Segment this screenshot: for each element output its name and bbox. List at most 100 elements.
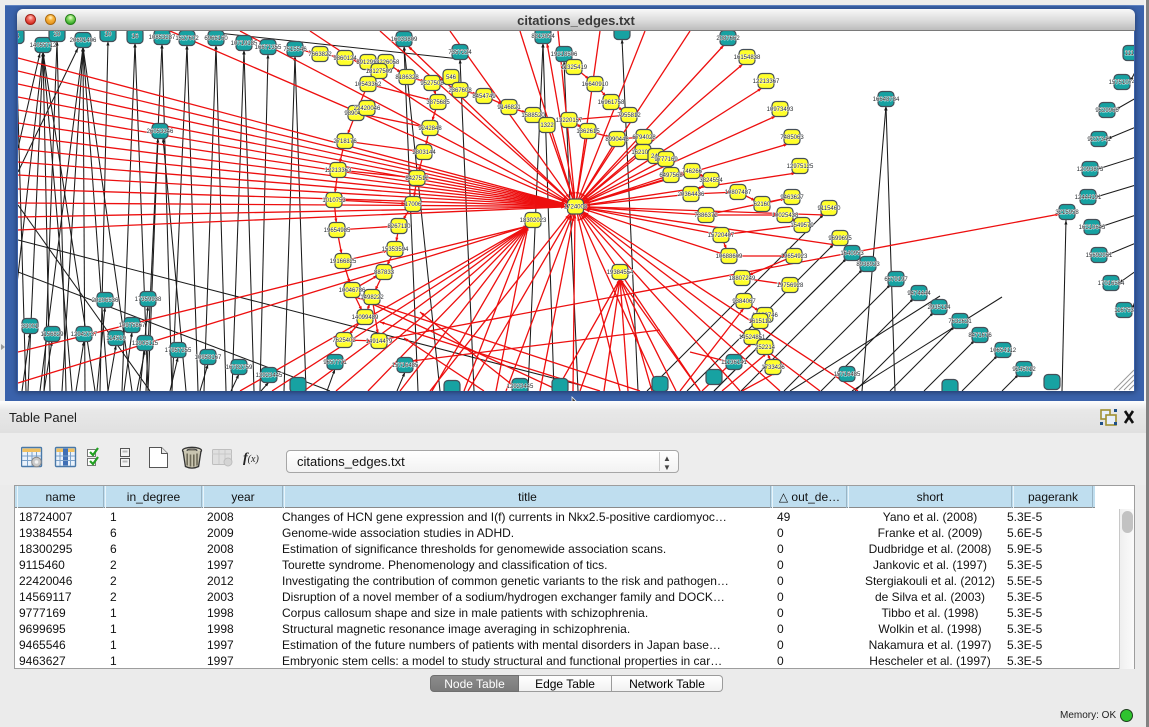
svg-text:16033809: 16033809 <box>391 37 418 43</box>
svg-text:12923445: 12923445 <box>256 373 283 379</box>
svg-text:15353594: 15353594 <box>382 247 409 253</box>
svg-text:12213363: 12213363 <box>325 168 352 174</box>
svg-text:8267110: 8267110 <box>388 224 412 230</box>
svg-text:8454749: 8454749 <box>472 94 496 100</box>
svg-text:11136141: 11136141 <box>721 360 747 366</box>
svg-text:6966160: 6966160 <box>204 36 228 42</box>
svg-text:15716485: 15716485 <box>834 372 861 378</box>
svg-text:18807249: 18807249 <box>729 276 756 282</box>
svg-text:1733426: 1733426 <box>761 365 785 371</box>
svg-text:8938923: 8938923 <box>856 262 880 268</box>
svg-text:546: 546 <box>446 75 457 81</box>
svg-text:12444191: 12444191 <box>1075 195 1102 201</box>
svg-text:20364436: 20364436 <box>678 192 705 198</box>
svg-text:746266: 746266 <box>682 169 703 175</box>
svg-text:8471676: 8471676 <box>968 333 992 339</box>
svg-text:9777169: 9777169 <box>654 157 678 163</box>
svg-text:10958167: 10958167 <box>195 355 222 361</box>
svg-text:15751074: 15751074 <box>1109 80 1134 86</box>
svg-text:10654112: 10654112 <box>990 348 1017 354</box>
svg-text:8427512: 8427512 <box>405 176 429 182</box>
svg-text:15720407: 15720407 <box>708 233 735 239</box>
svg-text:19654923: 19654923 <box>781 254 808 260</box>
svg-text:16671355: 16671355 <box>255 45 282 51</box>
svg-text:6794028: 6794028 <box>632 135 656 141</box>
svg-text:9245012: 9245012 <box>1012 367 1036 373</box>
svg-text:15692951: 15692951 <box>1086 253 1113 259</box>
svg-text:12942737: 12942737 <box>71 332 98 338</box>
svg-text:20206536: 20206536 <box>92 298 119 304</box>
svg-text:62160: 62160 <box>754 202 771 208</box>
svg-text:1112: 1112 <box>1125 51 1134 57</box>
svg-text:17359938: 17359938 <box>135 297 162 303</box>
svg-text:114519: 114519 <box>106 336 126 342</box>
svg-text:13220157: 13220157 <box>556 118 583 124</box>
svg-text:18127509: 18127509 <box>366 69 393 75</box>
svg-text:18302023: 18302023 <box>520 218 547 224</box>
svg-text:7632621: 7632621 <box>948 319 972 325</box>
svg-text:7515546: 7515546 <box>283 47 307 53</box>
svg-text:9384067: 9384067 <box>732 299 756 305</box>
svg-text:9527508: 9527508 <box>420 81 444 87</box>
svg-text:19384554: 19384554 <box>607 270 634 276</box>
svg-text:14055712: 14055712 <box>30 43 57 49</box>
svg-text:1322: 1322 <box>540 123 554 129</box>
svg-text:8990448: 8990448 <box>605 137 629 143</box>
svg-text:1156829: 1156829 <box>41 332 65 338</box>
svg-text:17957255: 17957255 <box>165 348 192 354</box>
svg-text:12975125: 12975125 <box>787 164 814 170</box>
svg-text:7955812: 7955812 <box>617 113 641 119</box>
svg-text:12213367: 12213367 <box>753 79 780 85</box>
svg-text:16: 16 <box>132 34 139 40</box>
svg-text:887833: 887833 <box>374 270 395 276</box>
svg-text:9115460: 9115460 <box>818 206 842 212</box>
svg-text:7357224: 7357224 <box>448 50 472 56</box>
svg-text:19654985: 19654985 <box>324 228 351 234</box>
svg-text:9474444: 9474444 <box>907 291 931 297</box>
svg-text:10688609: 10688609 <box>716 254 743 260</box>
svg-text:9860124: 9860124 <box>333 56 357 62</box>
svg-text:7485063: 7485063 <box>780 135 804 141</box>
svg-text:15716485: 15716485 <box>392 363 419 369</box>
svg-text:11325419: 11325419 <box>561 65 588 71</box>
svg-text:10046786: 10046786 <box>339 288 366 294</box>
svg-text:2718176: 2718176 <box>333 139 357 145</box>
svg-text:16640910: 16640910 <box>582 82 609 88</box>
svg-text:10973493: 10973493 <box>767 107 794 113</box>
svg-text:7663822: 7663822 <box>308 52 332 58</box>
svg-text:3875685: 3875685 <box>426 100 450 106</box>
svg-text:14914479: 14914479 <box>366 339 393 345</box>
svg-text:9146821: 9146821 <box>497 105 521 111</box>
svg-text:9699695: 9699695 <box>828 236 852 242</box>
svg-text:2935114: 2935114 <box>928 305 952 311</box>
svg-text:2803144: 2803144 <box>412 150 436 156</box>
svg-text:3215958: 3215958 <box>1055 210 1079 216</box>
svg-text:7625402: 7625402 <box>332 338 356 344</box>
svg-text:9657771: 9657771 <box>323 360 347 366</box>
svg-text:1527602: 1527602 <box>175 36 199 42</box>
svg-text:252214: 252214 <box>755 345 776 351</box>
svg-text:12923445: 12923445 <box>507 384 534 390</box>
svg-text:19166825: 19166825 <box>330 259 357 265</box>
svg-text:1615112: 1615112 <box>749 319 773 325</box>
svg-text:10807487: 10807487 <box>725 190 752 196</box>
svg-text:116753: 116753 <box>1114 308 1134 314</box>
svg-text:9242848: 9242848 <box>418 126 442 132</box>
svg-text:2367608: 2367608 <box>448 88 472 94</box>
svg-text:8186328: 8186328 <box>395 75 419 81</box>
svg-text:16210643: 16210643 <box>1079 225 1106 231</box>
svg-text:17006: 17006 <box>405 202 422 208</box>
svg-text:14099489: 14099489 <box>352 315 379 321</box>
svg-text:10543362: 10543362 <box>355 82 382 88</box>
svg-text:16648784: 16648784 <box>873 97 900 103</box>
svg-text:12905115: 12905115 <box>132 341 159 347</box>
svg-text:6497568: 6497568 <box>659 173 683 179</box>
svg-text:2087662: 2087662 <box>716 36 740 42</box>
svg-text:7386372: 7386372 <box>694 213 718 219</box>
svg-text:19756928: 19756928 <box>777 283 804 289</box>
svg-text:12093873: 12093873 <box>1077 167 1104 173</box>
svg-text:17016504: 17016504 <box>1098 281 1125 287</box>
svg-text:16154838: 16154838 <box>734 55 761 61</box>
svg-text:6679197: 6679197 <box>884 277 908 283</box>
svg-text:20691406: 20691406 <box>70 38 97 44</box>
